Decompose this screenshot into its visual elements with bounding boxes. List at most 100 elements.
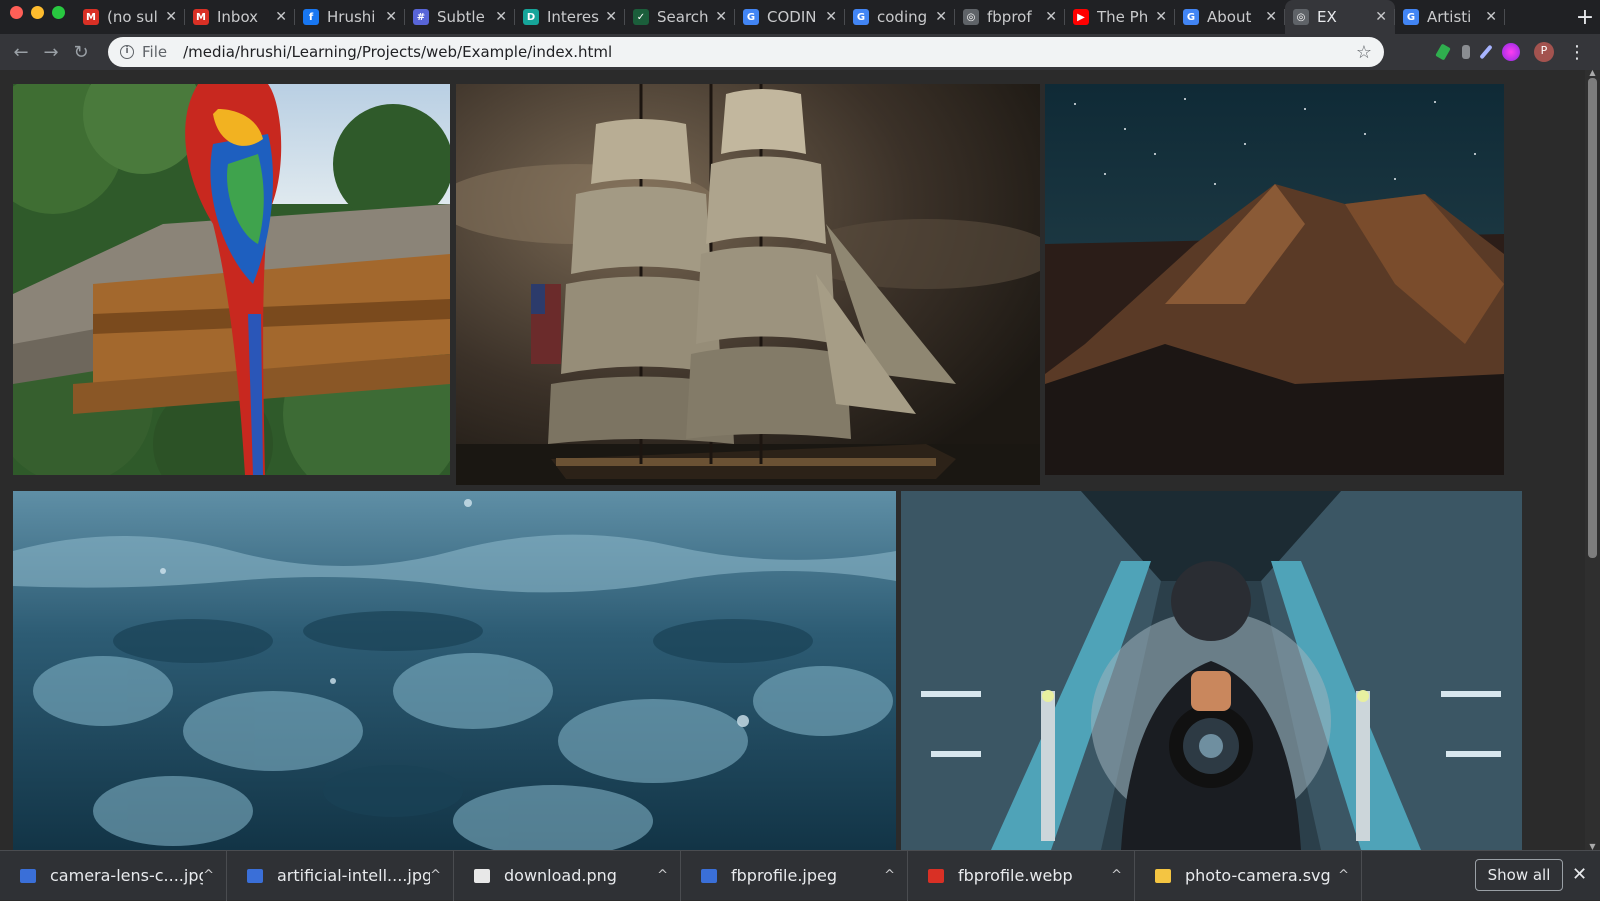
download-filename: photo-camera.svg: [1185, 866, 1331, 885]
close-tab-icon[interactable]: ✕: [495, 9, 507, 25]
page-scrollbar[interactable]: ▲ ▼: [1585, 69, 1600, 851]
parrot-photo: [13, 84, 450, 475]
bookmark-star-icon[interactable]: ☆: [1356, 42, 1372, 63]
download-item[interactable]: photo-camera.svg ^: [1135, 850, 1362, 901]
new-tab-button[interactable]: +: [1570, 0, 1600, 34]
download-item[interactable]: download.png ^: [454, 850, 681, 901]
tab-6[interactable]: G CODIN ✕: [735, 0, 845, 34]
back-arrow-icon[interactable]: ←: [6, 37, 36, 67]
tab-title: Search: [657, 8, 709, 26]
google-icon: G: [1403, 9, 1419, 25]
dev-icon: D: [523, 9, 539, 25]
tab-10[interactable]: G About ✕: [1175, 0, 1285, 34]
google-icon: G: [1183, 9, 1199, 25]
download-item[interactable]: artificial-intell....jpg ^: [227, 850, 454, 901]
file-icon: [1155, 868, 1171, 883]
chevron-up-icon[interactable]: ^: [884, 868, 895, 883]
tab-8[interactable]: ◎ fbprof ✕: [955, 0, 1065, 34]
close-tab-icon[interactable]: ✕: [1265, 9, 1277, 25]
tab-7[interactable]: Gcoding ✕: [845, 0, 955, 34]
close-tab-icon[interactable]: ✕: [165, 9, 177, 25]
close-tab-icon[interactable]: ✕: [715, 9, 727, 25]
chevron-up-icon[interactable]: ^: [430, 868, 441, 883]
page-content: [0, 70, 1585, 850]
chevron-up-icon[interactable]: ^: [1338, 868, 1349, 883]
file-icon: [20, 868, 36, 883]
tab-12[interactable]: G Artisti ✕: [1395, 0, 1505, 34]
download-item[interactable]: fbprofile.webp ^: [908, 850, 1135, 901]
close-downloads-icon[interactable]: ✕: [1572, 864, 1587, 885]
tab-4[interactable]: D Interes ✕: [515, 0, 625, 34]
mountain-night-photo: [1045, 84, 1504, 475]
tab-11[interactable]: ◎ EX ✕: [1285, 0, 1395, 34]
tab-strip: M (no sul ✕ M Inbox ✕ f Hrushi ✕ # Subtle ✕ D Interes…: [0, 0, 1600, 34]
scrollbar-thumb[interactable]: [1588, 78, 1597, 558]
close-tab-icon[interactable]: ✕: [825, 9, 837, 25]
download-item[interactable]: fbprofile.jpeg ^: [681, 850, 908, 901]
water-waves-photo: [13, 491, 896, 850]
globe-icon: ◎: [963, 9, 979, 25]
forward-arrow-icon[interactable]: →: [36, 37, 66, 67]
close-tab-icon[interactable]: ✕: [1155, 9, 1167, 25]
reload-icon[interactable]: ↻: [66, 37, 96, 67]
file-icon: [474, 868, 490, 883]
tab-1[interactable]: M Inbox ✕: [185, 0, 295, 34]
menu-dots-icon[interactable]: ⋮: [1568, 42, 1586, 63]
close-tab-icon[interactable]: ✕: [1375, 9, 1387, 25]
tab-title: The Ph: [1097, 8, 1149, 26]
window-controls: [0, 0, 75, 34]
gmail-icon: M: [193, 9, 209, 25]
url-text[interactable]: /media/hrushi/Learning/Projects/web/Exam…: [183, 43, 1356, 61]
tab-title: EX: [1317, 8, 1337, 26]
youtube-icon: ▶: [1073, 9, 1089, 25]
address-bar[interactable]: i File /media/hrushi/Learning/Projects/w…: [108, 37, 1384, 67]
tab-2[interactable]: f Hrushi ✕: [295, 0, 405, 34]
tab-5[interactable]: ✓ Search ✕: [625, 0, 735, 34]
extension-pen-icon[interactable]: [1435, 43, 1451, 61]
google-icon: G: [853, 9, 869, 25]
close-tab-icon[interactable]: ✕: [605, 9, 617, 25]
close-tab-icon[interactable]: ✕: [1045, 9, 1057, 25]
gmail-icon: M: [83, 9, 99, 25]
tab-title: coding: [877, 8, 928, 26]
tab-0[interactable]: M (no sul ✕: [75, 0, 185, 34]
tab-title: Artisti: [1427, 8, 1472, 26]
close-tab-icon[interactable]: ✕: [935, 9, 947, 25]
maximize-window-button[interactable]: [52, 5, 65, 19]
facebook-icon: f: [303, 9, 319, 25]
chevron-up-icon[interactable]: ^: [203, 868, 214, 883]
tab-title: CODIN: [767, 8, 817, 26]
close-tab-icon[interactable]: ✕: [385, 9, 397, 25]
site-icon: #: [413, 9, 429, 25]
extension-bottle-icon[interactable]: [1462, 45, 1470, 59]
google-icon: G: [743, 9, 759, 25]
url-scheme: File: [142, 43, 168, 61]
file-icon: [701, 868, 717, 883]
globe-icon: ◎: [1293, 9, 1309, 25]
tabs: M (no sul ✕ M Inbox ✕ f Hrushi ✕ # Subtle ✕ D Interes…: [75, 0, 1570, 34]
minimize-window-button[interactable]: [31, 5, 44, 19]
close-tab-icon[interactable]: ✕: [275, 9, 287, 25]
info-icon[interactable]: i: [120, 45, 134, 59]
scroll-up-icon[interactable]: ▲: [1588, 69, 1597, 77]
tab-9[interactable]: ▶ The Ph ✕: [1065, 0, 1175, 34]
profile-avatar[interactable]: P: [1534, 42, 1554, 62]
tab-3[interactable]: # Subtle ✕: [405, 0, 515, 34]
extension-dropper-icon[interactable]: [1479, 44, 1493, 60]
close-tab-icon[interactable]: ✕: [1485, 9, 1497, 25]
extension-color-icon[interactable]: [1502, 43, 1520, 61]
download-item[interactable]: camera-lens-c....jpg ^: [0, 850, 227, 901]
file-icon: [247, 868, 263, 883]
chevron-up-icon[interactable]: ^: [657, 868, 668, 883]
tab-title: fbprof: [987, 8, 1032, 26]
file-icon: [928, 868, 944, 883]
chevron-up-icon[interactable]: ^: [1111, 868, 1122, 883]
downloads-bar: camera-lens-c....jpg ^ artificial-intell..…: [0, 850, 1600, 901]
close-window-button[interactable]: [10, 5, 23, 19]
sailing-ship-photo: [456, 84, 1040, 485]
photographer-escalator-photo: [901, 491, 1522, 850]
download-filename: download.png: [504, 866, 617, 885]
tab-title: Hrushi: [327, 8, 376, 26]
show-all-button[interactable]: Show all: [1475, 859, 1563, 891]
download-filename: fbprofile.webp: [958, 866, 1073, 885]
